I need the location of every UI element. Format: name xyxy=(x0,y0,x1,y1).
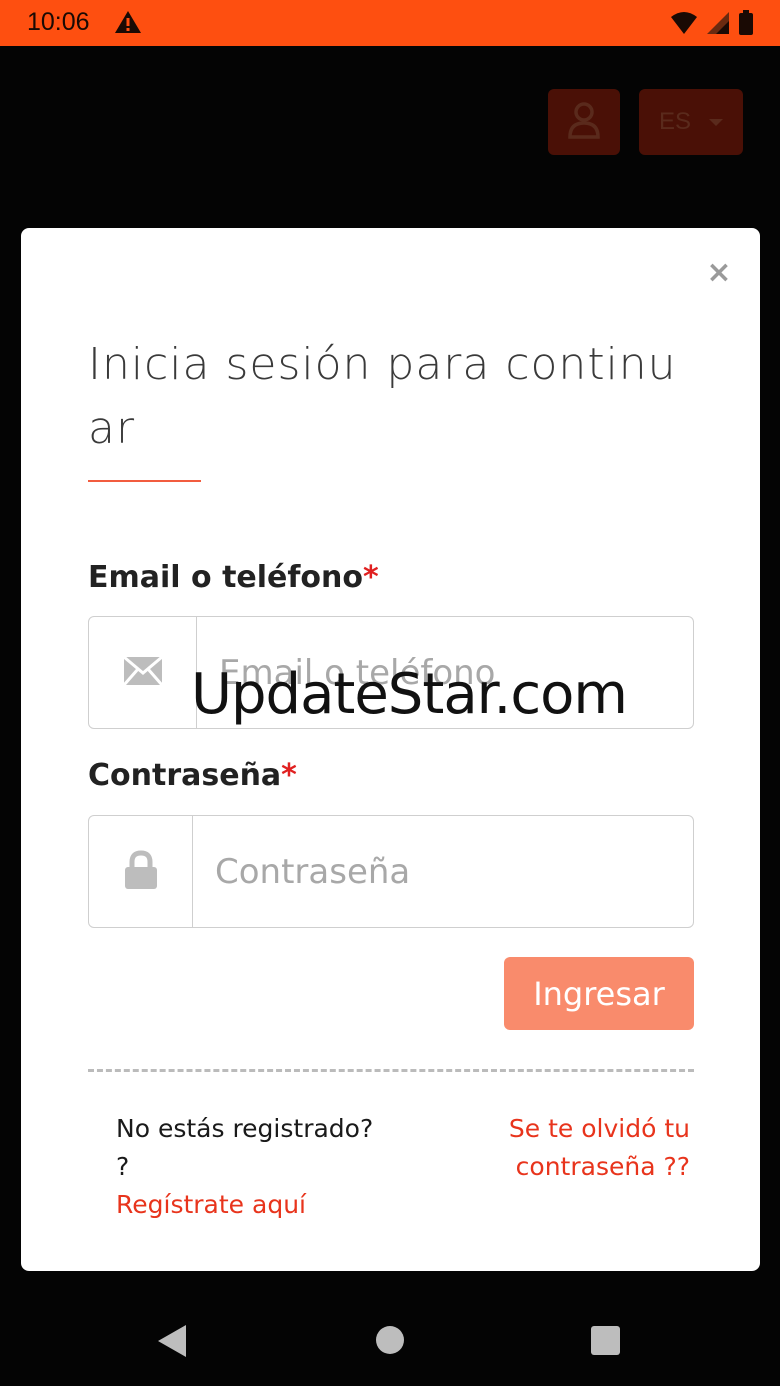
status-icons xyxy=(670,10,754,40)
password-field[interactable] xyxy=(193,816,693,927)
password-addon xyxy=(89,816,193,927)
language-label: ES xyxy=(659,108,692,135)
required-mark: * xyxy=(281,758,297,793)
battery-icon xyxy=(738,10,754,40)
modal-title: Inicia sesión para continuar xyxy=(88,339,677,454)
warning-icon xyxy=(114,10,142,38)
email-addon xyxy=(89,617,197,728)
email-label: Email o teléfono* xyxy=(88,560,379,595)
status-bar: 10:06 xyxy=(0,0,780,46)
email-field[interactable] xyxy=(197,617,693,728)
register-section: No estás registrado? ? Regístrate aquí xyxy=(116,1110,376,1224)
password-label: Contraseña* xyxy=(88,758,297,793)
close-button[interactable]: × xyxy=(705,257,733,289)
back-icon[interactable] xyxy=(158,1325,186,1357)
chevron-down-icon xyxy=(709,118,724,126)
user-button[interactable] xyxy=(548,89,620,155)
wifi-icon xyxy=(670,11,698,39)
password-input-group xyxy=(88,815,694,928)
home-icon[interactable] xyxy=(376,1326,404,1354)
email-input-group xyxy=(88,616,694,729)
lock-icon xyxy=(123,849,159,894)
signal-icon xyxy=(706,11,730,39)
recent-apps-icon[interactable] xyxy=(591,1326,620,1355)
envelope-icon xyxy=(122,655,163,690)
register-prompt: No estás registrado? ? xyxy=(116,1114,374,1181)
user-icon xyxy=(567,101,601,143)
dashed-divider xyxy=(88,1069,694,1072)
required-mark: * xyxy=(363,560,379,595)
login-button[interactable]: Ingresar xyxy=(504,957,694,1030)
register-link[interactable]: Regístrate aquí xyxy=(116,1186,376,1224)
language-selector[interactable]: ES xyxy=(639,89,743,155)
forgot-password-link[interactable]: Se te olvidó tu contraseña ?? xyxy=(470,1110,690,1186)
title-underline xyxy=(88,480,201,482)
status-time: 10:06 xyxy=(27,8,90,36)
